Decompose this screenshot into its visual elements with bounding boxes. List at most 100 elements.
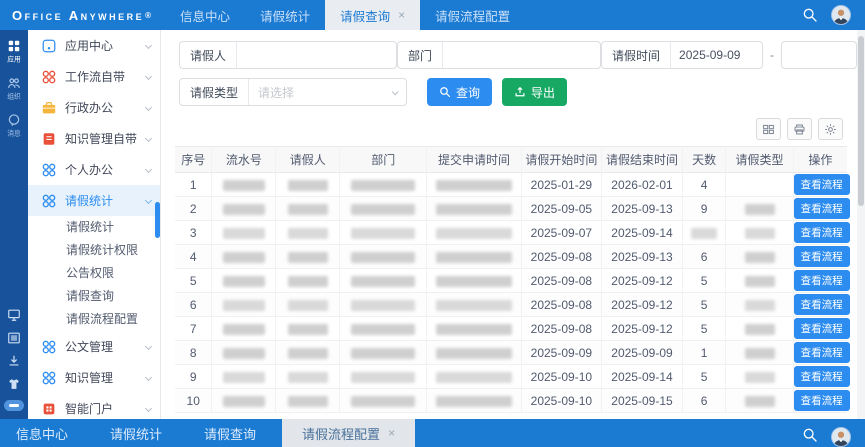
col-header-no: 序号 [175,147,212,173]
redacted-value [351,228,415,239]
view-flow-button[interactable]: 查看流程 [794,246,850,267]
leave-person-input[interactable] [236,42,396,68]
chevron-up-icon [145,197,152,204]
icon-rail: 应用 组织 消息 [0,30,28,419]
cell-days: 1 [682,341,726,365]
tab-leave-flow-config[interactable]: 请假流程配置 [420,0,525,30]
cell-start-date: 2025-01-29 [521,173,602,197]
table-row: 9 2025-09-10 2025-09-14 5 查看流程 [175,365,847,389]
rail-bottom-tools [4,308,24,419]
cell-no: 3 [175,221,212,245]
export-button[interactable]: 导出 [502,78,567,106]
redacted-value [351,372,415,383]
department-input[interactable] [442,42,600,68]
view-flow-button[interactable]: 查看流程 [794,174,850,195]
tab-leave-statistics[interactable]: 请假统计 [245,0,325,30]
cell-serial [212,269,276,293]
cell-serial [212,341,276,365]
view-flow-button[interactable]: 查看流程 [794,270,850,291]
sidebar-item-leave-statistics[interactable]: 请假统计 [28,185,160,216]
tab-message-center[interactable]: 信息中心 [165,0,245,30]
redacted-value [223,396,265,407]
cell-dept [340,365,427,389]
print-icon[interactable] [787,118,812,140]
sidebar-scrollbar-thumb[interactable] [155,202,160,238]
bottom-tab-leave-statistics[interactable]: 请假统计 [94,419,178,447]
columns-grid-icon[interactable] [756,118,781,140]
rail-item-apps[interactable]: 应用 [6,39,22,65]
user-avatar[interactable] [831,427,851,447]
clover-icon [41,339,57,355]
view-flow-button[interactable]: 查看流程 [794,318,850,339]
filter-row-1: 请假人 部门 请假时间 - [179,41,839,69]
search-icon[interactable] [802,427,818,443]
sidebar-subitem-leave-flow-config[interactable]: 请假流程配置 [28,308,160,331]
cell-start-date: 2025-09-08 [521,245,602,269]
leave-time-from-input[interactable] [670,42,762,68]
user-avatar[interactable] [831,5,851,25]
app-window-icon [41,38,57,54]
sidebar-item-workflow[interactable]: 工作流自带 [28,61,160,92]
close-icon[interactable]: × [388,427,395,439]
leave-time-label: 请假时间 [602,42,670,68]
search-icon[interactable] [802,7,818,23]
clover-icon [41,370,57,386]
redacted-value [351,276,415,287]
rail-item-messages[interactable]: 消息 [6,113,22,139]
sidebar-item-knowledge-builtin[interactable]: 知识管理自带 [28,123,160,154]
cell-submit-time [427,365,521,389]
cell-person [276,389,340,413]
cell-start-date: 2025-09-10 [521,389,602,413]
shirt-icon[interactable] [7,377,21,391]
cell-type [726,389,793,413]
sidebar-subitem-leave-query[interactable]: 请假查询 [28,285,160,308]
cell-end-date: 2025-09-14 [602,221,683,245]
sidebar-item-smart-portal[interactable]: 智能门户 [28,393,160,419]
sidebar-item-admin-office[interactable]: 行政办公 [28,92,160,123]
table-row: 10 2025-09-10 2025-09-15 6 查看流程 [175,389,847,413]
cell-start-date: 2025-09-08 [521,269,602,293]
collapse-toggle[interactable] [4,400,24,411]
leave-person-label: 请假人 [180,42,236,68]
date-range-separator: - [770,48,774,62]
tab-leave-query[interactable]: 请假查询 × [325,0,420,30]
server-list-icon[interactable] [7,331,21,345]
view-flow-button[interactable]: 查看流程 [794,366,850,387]
cell-days: 5 [682,269,726,293]
cell-days: 5 [682,365,726,389]
sidebar-subitem-leave-statistics-permission[interactable]: 请假统计权限 [28,239,160,262]
gear-icon[interactable] [818,118,843,140]
sidebar-item-knowledge-management[interactable]: 知识管理 [28,362,160,393]
redacted-value [745,228,775,239]
redacted-value [436,324,512,335]
bottom-tab-leave-query[interactable]: 请假查询 [188,419,272,447]
view-flow-button[interactable]: 查看流程 [794,198,850,219]
cell-no: 8 [175,341,212,365]
view-flow-button[interactable]: 查看流程 [794,222,850,243]
download-icon[interactable] [7,354,21,368]
view-flow-button[interactable]: 查看流程 [794,342,850,363]
sidebar-item-personal-office[interactable]: 个人办公 [28,154,160,185]
page-scrollbar[interactable] [857,30,865,419]
search-button[interactable]: 查询 [427,78,492,106]
department-field: 部门 [397,41,601,69]
sidebar-subitem-leave-statistics[interactable]: 请假统计 [28,216,160,239]
leave-type-select[interactable]: 请选择 [248,79,406,105]
cell-type [726,317,793,341]
page-scrollbar-thumb[interactable] [858,36,864,206]
sidebar-item-app-center[interactable]: 应用中心 [28,30,160,61]
rail-item-organization[interactable]: 组织 [6,76,22,102]
close-icon[interactable]: × [398,9,405,21]
bottom-tab-leave-flow-config[interactable]: 请假流程配置 × [282,419,415,447]
cell-dept [340,269,427,293]
monitor-icon[interactable] [7,308,21,322]
bottom-tab-message-center[interactable]: 信息中心 [0,419,84,447]
briefcase-icon [41,100,57,116]
redacted-value [351,396,415,407]
redacted-value [745,300,775,311]
sidebar-subitem-announcement-permission[interactable]: 公告权限 [28,262,160,285]
sidebar-item-document-management[interactable]: 公文管理 [28,331,160,362]
view-flow-button[interactable]: 查看流程 [794,294,850,315]
view-flow-button[interactable]: 查看流程 [794,390,850,411]
leave-time-to-input[interactable] [781,41,857,69]
